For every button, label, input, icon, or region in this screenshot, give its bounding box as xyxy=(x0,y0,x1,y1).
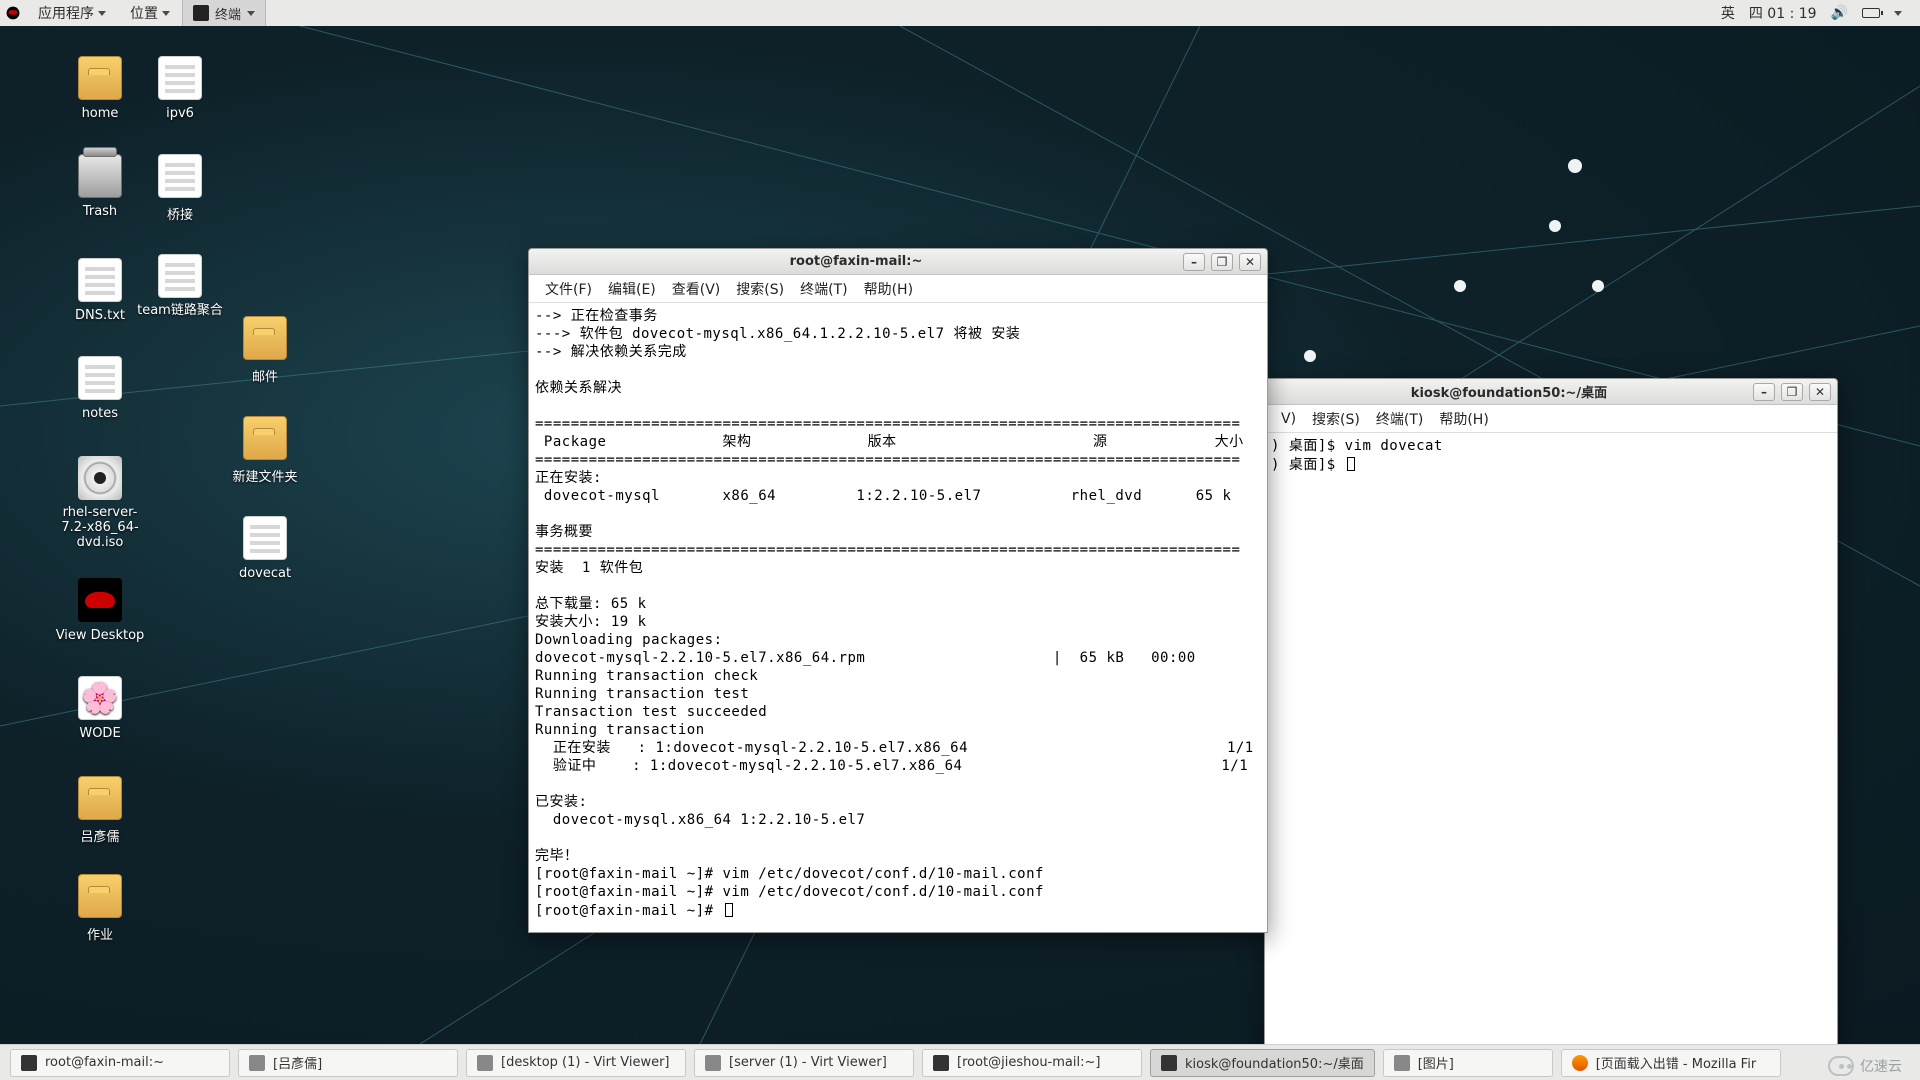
top-panel: 应用程序 位置 终端 英 四 01 : 19 🔊 xyxy=(0,0,1920,26)
menu-help[interactable]: 帮助(H) xyxy=(1435,407,1492,431)
document-icon xyxy=(158,154,202,198)
clock[interactable]: 四 01 : 19 xyxy=(1749,3,1817,23)
close-button[interactable]: ✕ xyxy=(1809,383,1831,401)
window-title: kiosk@foundation50:~/桌面 xyxy=(1265,382,1753,401)
picture-icon: 🌸 xyxy=(78,676,122,720)
maximize-button[interactable]: ❐ xyxy=(1211,253,1233,271)
titlebar[interactable]: root@faxin-mail:~ – ❐ ✕ xyxy=(529,249,1267,275)
document-icon xyxy=(78,356,122,400)
window-icon xyxy=(477,1055,493,1071)
desktop-icon-iso[interactable]: rhel-server-7.2-x86_64-dvd.iso xyxy=(50,456,150,551)
menubar[interactable]: V) 搜索(S) 终端(T) 帮助(H) xyxy=(1265,405,1837,433)
terminal-icon xyxy=(21,1055,37,1071)
desktop-icon-homework[interactable]: 作业 xyxy=(50,874,150,943)
task-button[interactable]: [页面载入出错 - Mozilla Fir xyxy=(1561,1049,1781,1077)
window-icon xyxy=(1394,1055,1410,1071)
window-title: root@faxin-mail:~ xyxy=(529,254,1183,269)
document-icon xyxy=(158,56,202,100)
taskbar: root@faxin-mail:~ [吕彥儒] [desktop (1) - V… xyxy=(0,1044,1920,1080)
document-icon xyxy=(243,516,287,560)
tray: 英 四 01 : 19 🔊 xyxy=(1721,3,1920,23)
folder-icon xyxy=(78,874,122,918)
volume-icon[interactable]: 🔊 xyxy=(1831,5,1848,21)
desktop-icon-ipv6[interactable]: ipv6 xyxy=(130,56,230,121)
task-button[interactable]: [desktop (1) - Virt Viewer] xyxy=(466,1049,686,1077)
maximize-button[interactable]: ❐ xyxy=(1781,383,1803,401)
chevron-down-icon xyxy=(162,11,170,16)
task-button[interactable]: root@faxin-mail:~ xyxy=(10,1049,230,1077)
terminal-output[interactable]: --> 正在检查事务 ---> 软件包 dovecot-mysql.x86_64… xyxy=(529,303,1267,932)
menu-terminal[interactable]: 终端(T) xyxy=(796,277,851,301)
close-button[interactable]: ✕ xyxy=(1239,253,1261,271)
desktop-icon-team[interactable]: team链路聚合 xyxy=(130,254,230,319)
task-button[interactable]: [图片] xyxy=(1383,1049,1553,1077)
ime-indicator[interactable]: 英 xyxy=(1721,3,1735,23)
menu-view-partial[interactable]: V) xyxy=(1277,409,1300,429)
menu-search[interactable]: 搜索(S) xyxy=(732,277,788,301)
cloud-icon xyxy=(1828,1056,1854,1076)
menu-places[interactable]: 位置 xyxy=(118,3,182,23)
menu-file[interactable]: 文件(F) xyxy=(541,277,596,301)
chevron-down-icon xyxy=(247,11,255,16)
terminal-icon xyxy=(1161,1055,1177,1071)
terminal-window-kiosk[interactable]: kiosk@foundation50:~/桌面 – ❐ ✕ V) 搜索(S) 终… xyxy=(1264,378,1838,1080)
menu-terminal[interactable]: 终端(T) xyxy=(1372,407,1427,431)
desktop-icon-view-desktop[interactable]: View Desktop xyxy=(50,578,150,643)
desktop-icon-notes[interactable]: notes xyxy=(50,356,150,421)
desktop-icon-dovecat[interactable]: dovecat xyxy=(215,516,315,581)
chevron-down-icon xyxy=(98,11,106,16)
document-icon xyxy=(78,258,122,302)
task-button-active[interactable]: kiosk@foundation50:~/桌面 xyxy=(1150,1049,1375,1077)
menu-search[interactable]: 搜索(S) xyxy=(1308,407,1364,431)
folder-icon xyxy=(78,56,122,100)
task-button[interactable]: [吕彥儒] xyxy=(238,1049,458,1077)
desktop-icon-wode[interactable]: 🌸WODE xyxy=(50,676,150,741)
menu-view[interactable]: 查看(V) xyxy=(668,277,725,301)
terminal-window-root[interactable]: root@faxin-mail:~ – ❐ ✕ 文件(F) 编辑(E) 查看(V… xyxy=(528,248,1268,933)
task-button[interactable]: [root@jieshou-mail:~] xyxy=(922,1049,1142,1077)
terminal-icon xyxy=(193,5,209,21)
redhat-icon xyxy=(78,578,122,622)
window-icon xyxy=(249,1055,265,1071)
folder-icon xyxy=(78,776,122,820)
folder-icon xyxy=(243,316,287,360)
panel-task-terminal[interactable]: 终端 xyxy=(182,0,266,26)
menu-applications[interactable]: 应用程序 xyxy=(26,3,118,23)
firefox-icon xyxy=(1572,1055,1588,1071)
chevron-down-icon xyxy=(1894,11,1902,16)
terminal-output[interactable]: ) 桌面]$ vim dovecat ) 桌面]$ xyxy=(1265,433,1837,1080)
terminal-icon xyxy=(933,1055,949,1071)
titlebar[interactable]: kiosk@foundation50:~/桌面 – ❐ ✕ xyxy=(1265,379,1837,405)
desktop-icon-mail[interactable]: 邮件 xyxy=(215,316,315,385)
redhat-logo-icon xyxy=(0,0,26,26)
watermark: 亿速云 xyxy=(1828,1056,1902,1076)
menu-edit[interactable]: 编辑(E) xyxy=(604,277,660,301)
battery-icon[interactable] xyxy=(1862,8,1880,18)
minimize-button[interactable]: – xyxy=(1183,253,1205,271)
window-icon xyxy=(705,1055,721,1071)
cursor-icon xyxy=(1347,457,1355,471)
trash-icon xyxy=(78,154,122,198)
folder-icon xyxy=(243,416,287,460)
disc-icon xyxy=(78,456,122,500)
menu-help[interactable]: 帮助(H) xyxy=(860,277,917,301)
desktop-icon-lyr[interactable]: 吕彥儒 xyxy=(50,776,150,845)
menubar[interactable]: 文件(F) 编辑(E) 查看(V) 搜索(S) 终端(T) 帮助(H) xyxy=(529,275,1267,303)
desktop-icon-bridge[interactable]: 桥接 xyxy=(130,154,230,223)
task-button[interactable]: [server (1) - Virt Viewer] xyxy=(694,1049,914,1077)
desktop-icon-newfolder[interactable]: 新建文件夹 xyxy=(215,416,315,485)
document-icon xyxy=(158,254,202,298)
minimize-button[interactable]: – xyxy=(1753,383,1775,401)
